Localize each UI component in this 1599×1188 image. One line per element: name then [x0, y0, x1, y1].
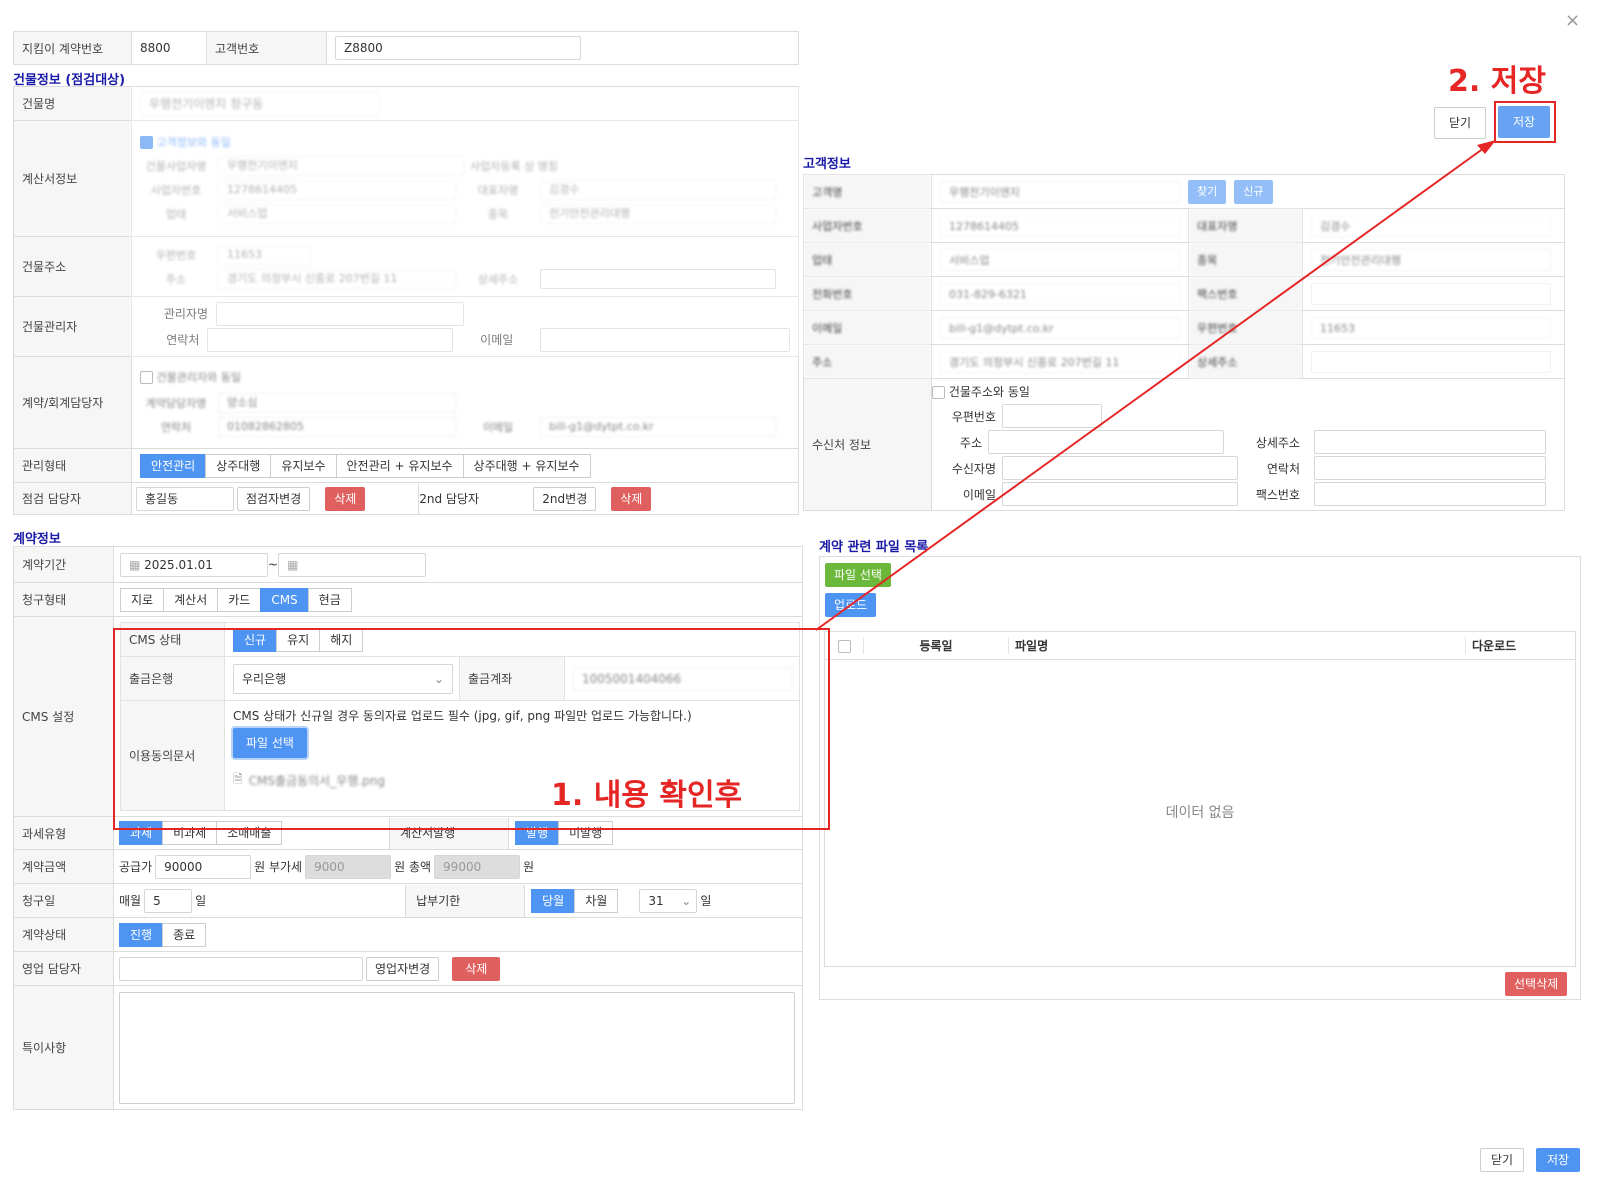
annotation-arrow [815, 140, 1496, 631]
